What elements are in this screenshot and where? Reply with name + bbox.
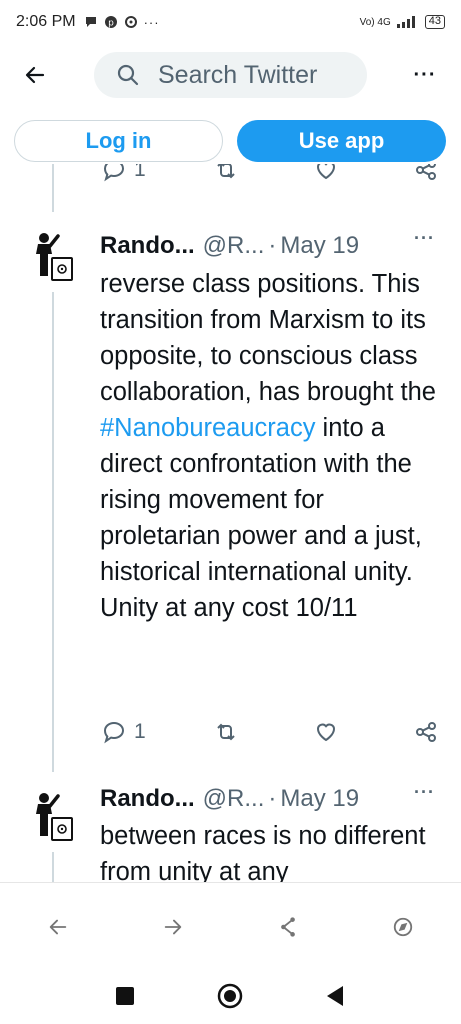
- retweet-button[interactable]: [214, 720, 238, 744]
- arrow-left-icon: [49, 919, 67, 935]
- auth-bar: Log in Use app: [0, 120, 461, 162]
- triangle-back-icon: [327, 986, 343, 1006]
- retweet-button[interactable]: [214, 164, 238, 182]
- browser-share-button[interactable]: [274, 913, 302, 941]
- settings-icon: [124, 16, 137, 28]
- pinterest-icon: p: [104, 16, 117, 29]
- share-icon: [416, 164, 436, 180]
- arrow-left-icon: [25, 66, 45, 84]
- retweet-icon: [217, 723, 235, 741]
- tweet[interactable]: Rando... @R... · May 19 ··· reverse clas…: [0, 226, 461, 786]
- tweet-more-button[interactable]: ···: [414, 786, 435, 803]
- heart-icon: [316, 164, 336, 180]
- signal-icon: [396, 16, 415, 28]
- tweet-date[interactable]: May 19: [280, 232, 359, 260]
- message-icon: [85, 17, 96, 27]
- top-bar: Search Twitter ···: [0, 44, 461, 106]
- share-button[interactable]: [414, 164, 438, 182]
- share-icon: [281, 917, 295, 937]
- reply-count: 1: [134, 720, 146, 743]
- compass-icon: [393, 917, 413, 937]
- back-button[interactable]: [20, 60, 50, 90]
- browser-forward-button[interactable]: [159, 913, 187, 941]
- use-app-button[interactable]: Use app: [237, 120, 446, 162]
- search-input[interactable]: Search Twitter: [94, 52, 367, 98]
- reply-icon: [103, 721, 125, 744]
- login-button[interactable]: Log in: [14, 120, 223, 162]
- browser-compass-button[interactable]: [389, 913, 417, 941]
- heart-icon: [316, 723, 336, 742]
- avatar[interactable]: [28, 230, 78, 284]
- svg-text:p: p: [108, 19, 114, 29]
- notification-icons: p ···: [84, 15, 160, 30]
- browser-toolbar: [0, 883, 461, 971]
- reply-count: 1: [134, 164, 146, 181]
- status-bar: 2:06 PM p ··· Vo) 4G 43: [0, 0, 461, 44]
- system-navigation: [0, 971, 461, 1024]
- more-notifications-icon: ···: [143, 14, 160, 30]
- more-options-button[interactable]: ···: [410, 60, 440, 90]
- more-icon: ···: [414, 228, 435, 248]
- square-icon: [116, 987, 134, 1005]
- battery-indicator: 43: [424, 15, 445, 29]
- tweet-text-part: into a direct confrontation with the ris…: [100, 414, 422, 622]
- separator-dot: ·: [268, 232, 277, 259]
- share-button[interactable]: [414, 720, 438, 744]
- author-handle[interactable]: @R...: [203, 786, 265, 813]
- tweet-more-button[interactable]: ···: [414, 228, 435, 249]
- hashtag-link[interactable]: #Nanobureaucracy: [100, 414, 315, 442]
- search-icon: [117, 64, 139, 86]
- recents-button[interactable]: [112, 983, 138, 1009]
- reply-button[interactable]: 1: [102, 720, 146, 744]
- author-name[interactable]: Rando...: [100, 232, 195, 260]
- reply-icon: [103, 164, 125, 182]
- share-icon: [416, 722, 436, 742]
- status-right: Vo) 4G 43: [360, 15, 445, 29]
- retweet-icon: [217, 164, 235, 179]
- tweet[interactable]: Rando... @R... · May 19 ··· between race…: [0, 786, 461, 882]
- prev-tweet-actions: 1: [0, 164, 461, 192]
- back-nav-button[interactable]: [322, 983, 348, 1009]
- author-name[interactable]: Rando...: [100, 786, 195, 813]
- like-button[interactable]: [314, 720, 338, 744]
- tweet-text-part: reverse class positions. This transition…: [100, 270, 436, 406]
- reply-button[interactable]: 1: [102, 164, 146, 182]
- tweet-date[interactable]: May 19: [280, 786, 359, 813]
- tweet-header: Rando... @R... · May 19: [100, 229, 359, 263]
- separator-dot: ·: [268, 786, 277, 812]
- avatar[interactable]: [28, 790, 78, 844]
- home-circle-icon: [217, 983, 243, 1009]
- arrow-right-icon: [164, 919, 182, 935]
- tweet-text: reverse class positions. This transition…: [100, 266, 450, 626]
- tweet-text: between races is no different from unity…: [100, 822, 426, 882]
- tweet-header: Rando... @R... · May 19: [100, 786, 359, 816]
- like-button[interactable]: [314, 164, 338, 182]
- home-button[interactable]: [217, 983, 243, 1009]
- browser-back-button[interactable]: [44, 913, 72, 941]
- search-placeholder: Search Twitter: [158, 60, 318, 89]
- more-icon: ···: [414, 786, 435, 802]
- more-icon: ···: [413, 63, 437, 86]
- status-time: 2:06 PM: [16, 13, 76, 30]
- author-handle[interactable]: @R...: [203, 232, 265, 260]
- volte-label: Vo) 4G: [359, 16, 391, 28]
